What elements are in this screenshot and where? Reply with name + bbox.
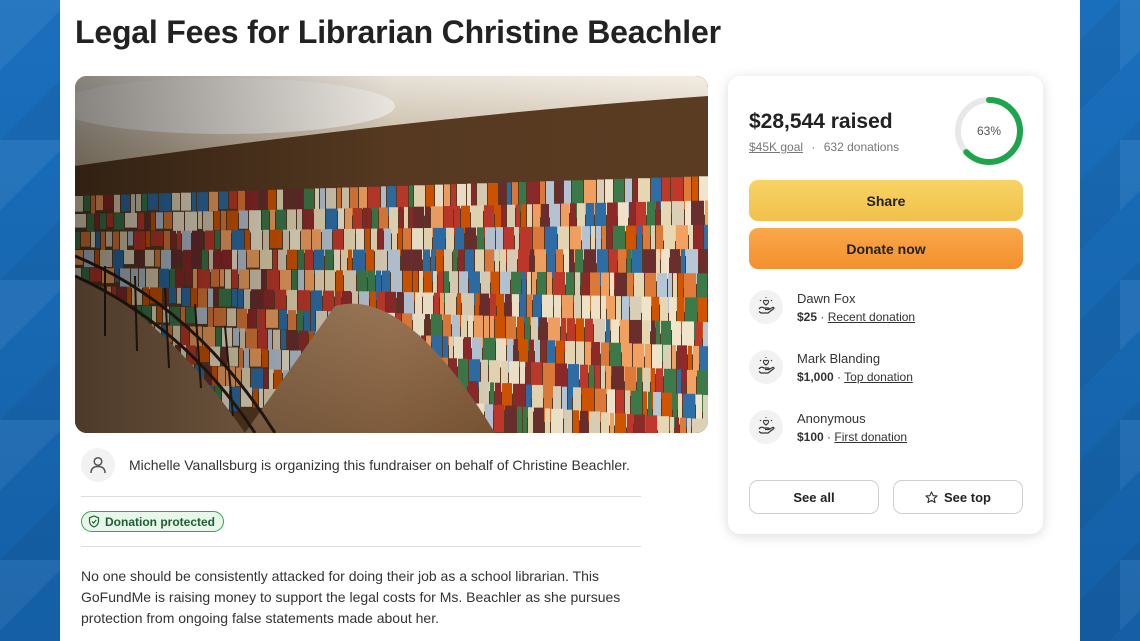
- donation-amount: $25: [797, 310, 818, 324]
- shield-check-icon: [88, 515, 100, 528]
- heart-hand-icon: [749, 350, 783, 384]
- donation-amount: $1,000: [797, 370, 834, 384]
- donor-name: Anonymous: [797, 411, 866, 426]
- donation-item: Dawn Fox $25 · Recent donation: [749, 290, 1023, 334]
- donation-item: Mark Blanding $1,000 · Top donation: [749, 350, 1023, 394]
- heart-hand-icon: [749, 410, 783, 444]
- separator: ·: [817, 310, 828, 324]
- donations-count: 632 donations: [823, 140, 900, 154]
- goal-line: $45K goal · 632 donations: [749, 140, 899, 154]
- heart-hand-icon: [749, 290, 783, 324]
- see-top-button[interactable]: See top: [893, 480, 1023, 514]
- see-top-label: See top: [944, 489, 991, 505]
- donor-name: Dawn Fox: [797, 291, 856, 306]
- donation-type-link[interactable]: Top donation: [844, 370, 913, 384]
- story-text: No one should be consistently attacked f…: [81, 568, 621, 626]
- separator: ·: [833, 370, 845, 384]
- donation-protected-badge[interactable]: Donation protected: [81, 511, 224, 532]
- donation-card: $28,544 raised $45K goal · 632 donations…: [728, 76, 1043, 534]
- donation-amount: $100: [797, 430, 824, 444]
- goal-link[interactable]: $45K goal: [749, 140, 803, 154]
- see-all-label: See all: [793, 489, 835, 505]
- donation-protected-label: Donation protected: [105, 514, 215, 529]
- library-bookshelves-image: [75, 76, 708, 433]
- organizer-text: Michelle Vanallsburg is organizing this …: [129, 457, 630, 473]
- hero-image: [75, 76, 708, 433]
- separator: ·: [823, 430, 835, 444]
- person-icon: [81, 448, 115, 482]
- separator: ·: [811, 140, 816, 154]
- progress-percent: 63%: [976, 124, 1002, 138]
- amount-raised: $28,544 raised: [749, 110, 893, 133]
- donor-name: Mark Blanding: [797, 351, 881, 366]
- donate-now-button[interactable]: Donate now: [749, 228, 1023, 269]
- donation-type-link[interactable]: First donation: [834, 430, 907, 444]
- fundraiser-page: Legal Fees for Librarian Christine Beach…: [60, 0, 1080, 641]
- divider: [81, 546, 641, 547]
- divider: [81, 496, 641, 497]
- see-all-button[interactable]: See all: [749, 480, 879, 514]
- donation-type-link[interactable]: Recent donation: [828, 310, 915, 324]
- star-icon: [925, 490, 938, 503]
- page-title: Legal Fees for Librarian Christine Beach…: [75, 14, 721, 50]
- share-button[interactable]: Share: [749, 180, 1023, 221]
- donation-item: Anonymous $100 · First donation: [749, 410, 1023, 454]
- organizer-row: Michelle Vanallsburg is organizing this …: [81, 448, 641, 482]
